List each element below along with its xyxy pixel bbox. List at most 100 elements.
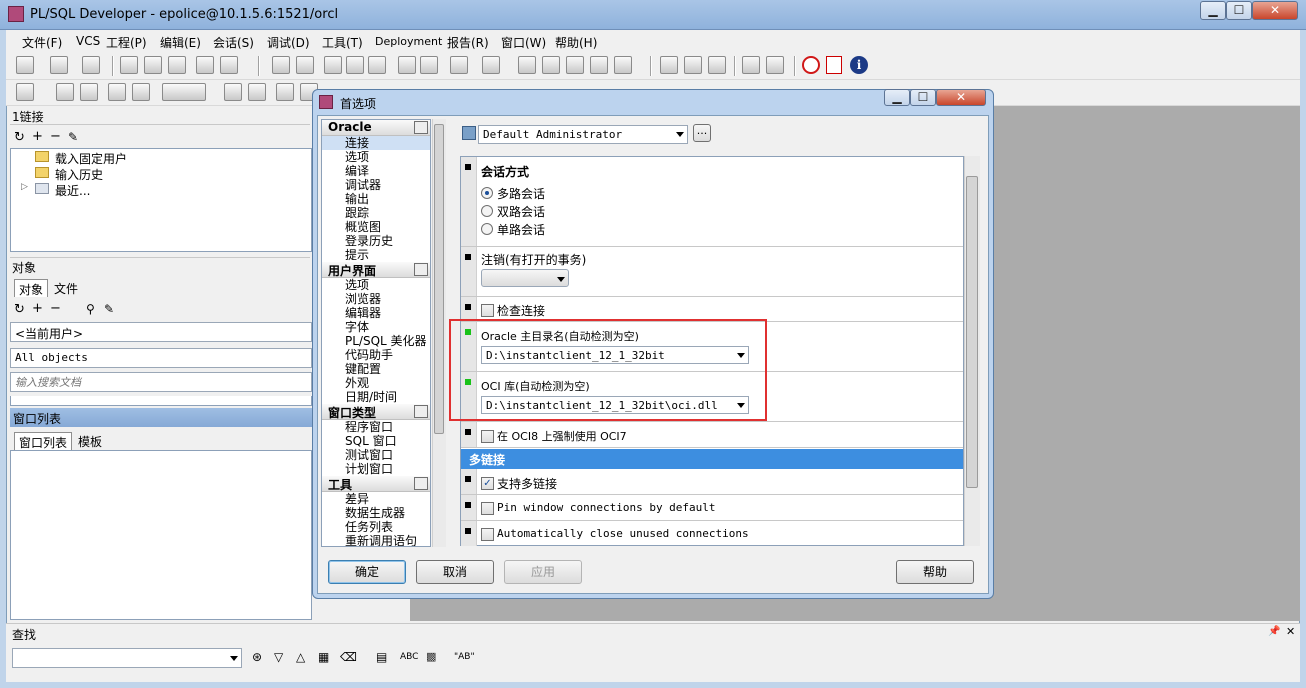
nav-item[interactable]: 数据生成器 (322, 506, 430, 520)
nav-item[interactable]: 任务列表 (322, 520, 430, 534)
search-input[interactable] (10, 372, 312, 392)
nav-group-window-types[interactable]: 窗口类型 (322, 404, 430, 420)
help-button[interactable]: 帮助 (896, 560, 974, 584)
break-icon[interactable] (80, 83, 98, 101)
menu-edit[interactable]: 编辑(E) (160, 34, 201, 51)
page-setup-icon[interactable] (220, 56, 238, 74)
objects-filter-select[interactable]: All objects (10, 348, 312, 368)
collapse-icon[interactable] (414, 121, 428, 134)
commit-icon[interactable] (108, 83, 126, 101)
unindent-icon[interactable] (482, 56, 500, 74)
nav-item[interactable]: 选项 (322, 278, 430, 292)
nav-item[interactable]: 计划窗口 (322, 462, 430, 476)
add-icon[interactable]: + (32, 301, 43, 316)
nav-item[interactable]: 程序窗口 (322, 420, 430, 434)
nav-item[interactable]: 测试窗口 (322, 448, 430, 462)
nav-scroll-thumb[interactable] (434, 124, 444, 434)
match-case-icon[interactable]: ABC (400, 652, 418, 662)
whole-word-icon[interactable]: "AB" (454, 652, 475, 662)
menu-session[interactable]: 会话(S) (213, 34, 254, 51)
profile-select[interactable]: Default Administrator (478, 125, 688, 144)
info-icon[interactable]: i (850, 56, 868, 74)
close-icon[interactable]: ✕ (1286, 625, 1295, 638)
select-icon[interactable]: ▤ (376, 650, 387, 664)
save-icon[interactable] (120, 56, 138, 74)
minimize-button[interactable]: ▁ (1200, 1, 1226, 20)
redo-icon[interactable] (296, 56, 314, 74)
arrange-icon[interactable] (742, 56, 760, 74)
copy-icon[interactable] (346, 56, 364, 74)
save-all-icon[interactable] (168, 56, 186, 74)
uppercase-icon[interactable] (566, 56, 584, 74)
add-icon[interactable]: + (32, 129, 43, 144)
menu-project[interactable]: 工程(P) (106, 34, 147, 51)
radio-multi-session[interactable] (481, 187, 493, 199)
uncomment-icon[interactable] (542, 56, 560, 74)
regex-icon[interactable]: ▩ (426, 650, 436, 663)
rollback-icon[interactable] (132, 83, 150, 101)
nav-item[interactable]: 概览图 (322, 220, 430, 234)
collapse-icon[interactable] (414, 405, 428, 418)
properties-icon[interactable]: ✎ (68, 130, 78, 144)
close-button[interactable]: ✕ (1252, 1, 1298, 20)
expand-icon[interactable]: ▷ (21, 182, 28, 192)
menu-report[interactable]: 报告(R) (447, 34, 489, 51)
nav-item[interactable]: 编辑器 (322, 306, 430, 320)
paste-icon[interactable] (368, 56, 386, 74)
nav-group-oracle[interactable]: Oracle (322, 120, 430, 136)
window-list-icon[interactable] (660, 56, 678, 74)
format-icon[interactable] (614, 56, 632, 74)
pdf-icon[interactable] (826, 56, 842, 74)
options-scroll-thumb[interactable] (966, 176, 978, 488)
tile-icon[interactable] (684, 56, 702, 74)
nav-item[interactable]: 代码助手 (322, 348, 430, 362)
clear-icon[interactable]: ⌫ (340, 650, 357, 664)
find-icon[interactable] (398, 56, 416, 74)
nav-item[interactable]: 提示 (322, 248, 430, 262)
remove-icon[interactable]: − (50, 129, 61, 144)
nav-group-ui[interactable]: 用户界面 (322, 262, 430, 278)
multi-connection-checkbox[interactable]: ✓ (481, 477, 494, 490)
dialog-maximize-button[interactable]: ☐ (910, 89, 936, 106)
pin-icon[interactable]: 📌 (1268, 626, 1280, 637)
key-icon[interactable] (16, 83, 34, 101)
psql-icon[interactable] (162, 83, 206, 101)
lowercase-icon[interactable] (590, 56, 608, 74)
nav-item[interactable]: 重新调用语句 (322, 534, 430, 546)
find-up-icon[interactable]: △ (296, 650, 305, 664)
menu-file[interactable]: 文件(F) (22, 34, 62, 51)
disconnect-icon[interactable] (248, 83, 266, 101)
pin-checkbox[interactable] (481, 502, 494, 515)
radio-single-session[interactable] (481, 223, 493, 235)
nav-item-connection[interactable]: 连接 (322, 136, 430, 150)
tab-files[interactable]: 文件 (50, 279, 82, 297)
properties-icon[interactable]: ✎ (104, 302, 114, 316)
indent-icon[interactable] (450, 56, 468, 74)
save-as-icon[interactable] (144, 56, 162, 74)
collapse-icon[interactable] (414, 477, 428, 490)
apply-button[interactable]: 应用 (504, 560, 582, 584)
nav-item[interactable]: 输出 (322, 192, 430, 206)
new-icon[interactable] (16, 56, 34, 74)
refresh-icon[interactable]: ↻ (14, 302, 25, 317)
nav-item[interactable]: 键配置 (322, 362, 430, 376)
tree-item[interactable]: 最近... (55, 182, 90, 199)
minimize-all-icon[interactable] (766, 56, 784, 74)
refresh-icon[interactable]: ↻ (14, 130, 25, 145)
nav-item[interactable]: 差异 (322, 492, 430, 506)
nav-item[interactable]: 外观 (322, 376, 430, 390)
tab-templates[interactable]: 模板 (74, 432, 106, 450)
oracle-icon[interactable] (802, 56, 820, 74)
radio-dual-session[interactable] (481, 205, 493, 217)
force-oci7-checkbox[interactable] (481, 430, 494, 443)
filter-icon[interactable]: ⚲ (86, 302, 95, 316)
profile-more-button[interactable]: ... (693, 124, 711, 142)
nav-item[interactable]: 调试器 (322, 178, 430, 192)
tab-window-list[interactable]: 窗口列表 (14, 432, 73, 450)
menu-help[interactable]: 帮助(H) (555, 34, 597, 51)
highlight-icon[interactable]: ▦ (318, 650, 329, 664)
comment-icon[interactable] (518, 56, 536, 74)
nav-item[interactable]: 字体 (322, 320, 430, 334)
tree-item[interactable]: 输入历史 (55, 166, 103, 183)
cancel-button[interactable]: 取消 (416, 560, 494, 584)
